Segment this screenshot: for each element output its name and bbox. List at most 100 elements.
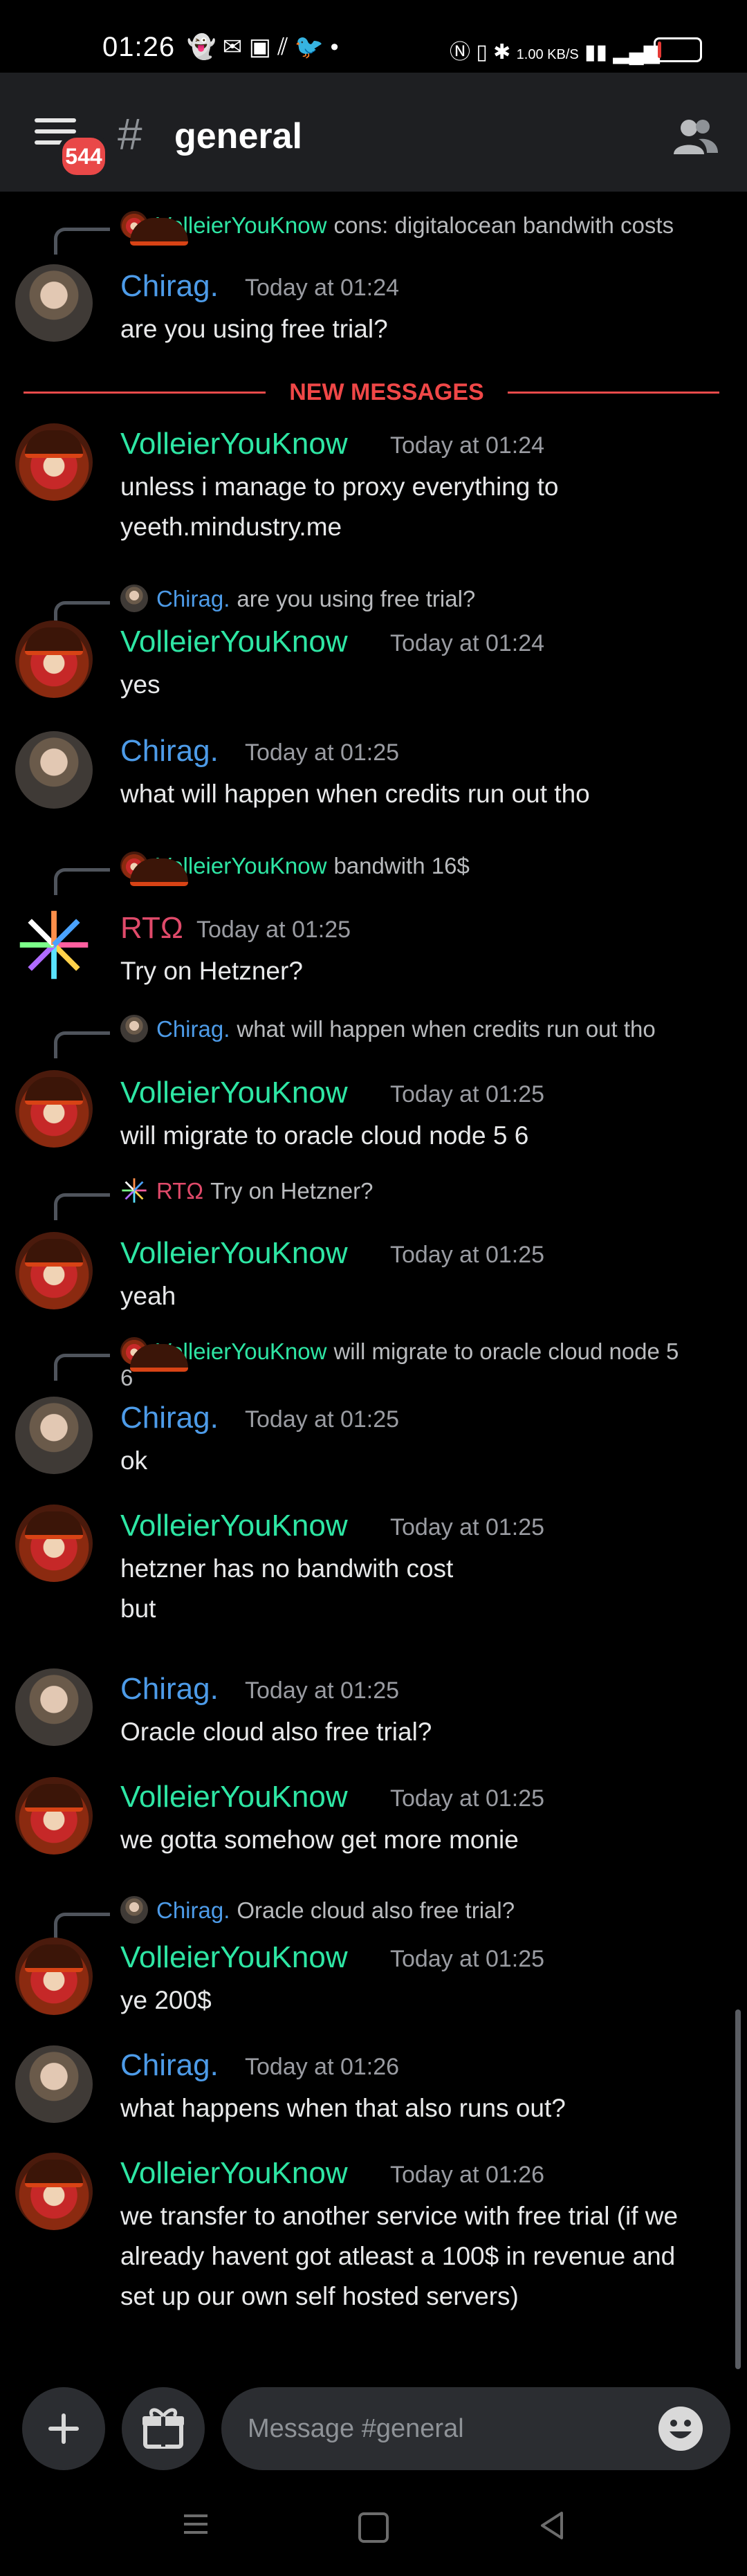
message-author[interactable]: VolleierYouKnow: [120, 427, 348, 461]
reply-preview[interactable]: Chirag. Oracle cloud also free trial?: [120, 1896, 515, 1924]
status-time: 01:26: [102, 32, 176, 62]
message-timestamp: Today at 01:26: [390, 2162, 545, 2188]
message-author[interactable]: VolleierYouKnow: [120, 1780, 348, 1814]
reply-text-continued: 6: [120, 1365, 133, 1390]
avatar[interactable]: [15, 906, 93, 984]
avatar[interactable]: [15, 423, 93, 501]
plus-icon[interactable]: [22, 2387, 105, 2470]
unread-badge: 544: [58, 134, 109, 179]
message-input[interactable]: [221, 2387, 730, 2470]
message-text: yeah: [120, 1282, 176, 1310]
emoji-icon[interactable]: [658, 2407, 703, 2451]
reply-avatar: [120, 1337, 148, 1365]
message-text: but: [120, 1594, 156, 1623]
message-author[interactable]: Chirag.: [120, 1672, 219, 1706]
message-timestamp: Today at 01:25: [196, 917, 351, 943]
message-timestamp: Today at 01:24: [245, 275, 400, 301]
message-text: will migrate to oracle cloud node 5 6: [120, 1121, 529, 1150]
message-author[interactable]: VolleierYouKnow: [120, 1236, 348, 1271]
reply-avatar: [120, 852, 148, 879]
message-text: yes: [120, 670, 160, 699]
reply-preview[interactable]: VolleierYouKnow cons: digitalocean bandwi…: [120, 211, 674, 239]
gift-icon[interactable]: [122, 2387, 205, 2470]
reply-avatar: [120, 1896, 148, 1924]
avatar[interactable]: [15, 1777, 93, 1855]
reply-text: bandwith 16$: [333, 853, 470, 878]
message-text: unless i manage to proxy everything to: [120, 472, 559, 501]
battery-level: 8: [674, 42, 682, 57]
reply-preview[interactable]: RTΩ Try on Hetzner?: [120, 1177, 373, 1204]
reply-author: RTΩ: [156, 1178, 204, 1204]
message-composer: [0, 2377, 747, 2474]
message-timestamp: Today at 01:25: [245, 1677, 400, 1704]
new-messages-label: NEW MESSAGES: [289, 379, 484, 405]
message-text: we transfer to another service with free…: [120, 2202, 679, 2230]
channel-title: general: [174, 116, 302, 156]
avatar[interactable]: [15, 1938, 93, 2015]
reply-preview[interactable]: Chirag. are you using free trial?: [120, 585, 475, 612]
message-timestamp: Today at 01:25: [390, 1785, 545, 1812]
reply-text: what will happen when credits run out th…: [237, 1016, 656, 1042]
message-author[interactable]: VolleierYouKnow: [120, 1940, 348, 1975]
reply-preview[interactable]: Chirag. what will happen when credits run…: [120, 1015, 656, 1042]
reply-connector: [54, 1354, 110, 1381]
reply-text: Oracle cloud also free trial?: [237, 1897, 515, 1923]
message-text: ye 200$: [120, 1986, 212, 2014]
home-icon[interactable]: [358, 2512, 389, 2543]
message-timestamp: Today at 01:25: [245, 739, 400, 766]
message-timestamp: Today at 01:25: [390, 1514, 545, 1540]
message-text: yeeth.mindustry.me: [120, 513, 342, 541]
avatar[interactable]: [15, 620, 93, 698]
reply-connector: [54, 1193, 110, 1220]
reply-preview[interactable]: VolleierYouKnow bandwith 16$: [120, 852, 470, 879]
status-bar: 01:26 👻 ✉ ▣ ⫽ 🐦 • Ⓝ ▯ ✱ 1.00 KB/S ▮▮ ▂▄▆…: [0, 0, 747, 73]
message-timestamp: Today at 01:25: [390, 1081, 545, 1107]
channel-header: 544 # general: [0, 73, 747, 192]
avatar[interactable]: [15, 264, 93, 342]
message-author[interactable]: VolleierYouKnow: [120, 1076, 348, 1110]
avatar[interactable]: [15, 2045, 93, 2123]
message-timestamp: Today at 01:24: [390, 432, 545, 459]
message-timestamp: Today at 01:26: [245, 2054, 400, 2080]
message-author[interactable]: Chirag.: [120, 2048, 219, 2083]
avatar[interactable]: [15, 731, 93, 809]
message-text: Try on Hetzner?: [120, 957, 303, 985]
recents-icon[interactable]: [184, 2514, 208, 2539]
reply-author: Chirag.: [156, 586, 230, 611]
battery-icon: 8: [654, 37, 702, 62]
message-text: are you using free trial?: [120, 315, 388, 343]
message-text: ok: [120, 1446, 148, 1475]
scrollbar[interactable]: [735, 2009, 741, 2369]
notification-icons: 👻 ✉ ▣ ⫽ 🐦 •: [187, 34, 339, 60]
reply-text: will migrate to oracle cloud node 5: [333, 1338, 679, 1364]
message-author[interactable]: VolleierYouKnow: [120, 625, 348, 659]
reply-avatar: [120, 1015, 148, 1042]
message-author[interactable]: RTΩ: [120, 911, 183, 946]
back-icon[interactable]: [538, 2510, 566, 2541]
avatar[interactable]: [15, 2153, 93, 2230]
message-list[interactable]: NEW MESSAGES VolleierYouKnow cons: digita…: [0, 192, 747, 2377]
gift-glyph: [142, 2408, 184, 2449]
avatar[interactable]: [15, 1505, 93, 1582]
reply-preview[interactable]: VolleierYouKnow will migrate to oracle cl…: [120, 1337, 679, 1365]
message-author[interactable]: VolleierYouKnow: [120, 2156, 348, 2191]
message-author[interactable]: Chirag.: [120, 734, 219, 769]
avatar[interactable]: [15, 1397, 93, 1474]
reply-avatar: [120, 1177, 148, 1204]
reply-text: Try on Hetzner?: [210, 1178, 374, 1204]
message-text: what happens when that also runs out?: [120, 2094, 566, 2122]
message-text: we gotta somehow get more monie: [120, 1825, 519, 1854]
avatar[interactable]: [15, 1070, 93, 1148]
message-author[interactable]: VolleierYouKnow: [120, 1509, 348, 1543]
message-author[interactable]: Chirag.: [120, 1401, 219, 1435]
reply-author: Chirag.: [156, 1897, 230, 1923]
members-icon[interactable]: [671, 116, 719, 157]
message-text: set up our own self hosted servers): [120, 2282, 519, 2310]
message-text: hetzner has no bandwith cost: [120, 1554, 454, 1583]
message-author[interactable]: Chirag.: [120, 269, 219, 304]
channel-hash-icon: #: [118, 109, 142, 159]
avatar[interactable]: [15, 1232, 93, 1309]
reply-text: cons: digitalocean bandwith costs: [333, 212, 674, 238]
message-timestamp: Today at 01:25: [245, 1406, 400, 1433]
avatar[interactable]: [15, 1668, 93, 1746]
